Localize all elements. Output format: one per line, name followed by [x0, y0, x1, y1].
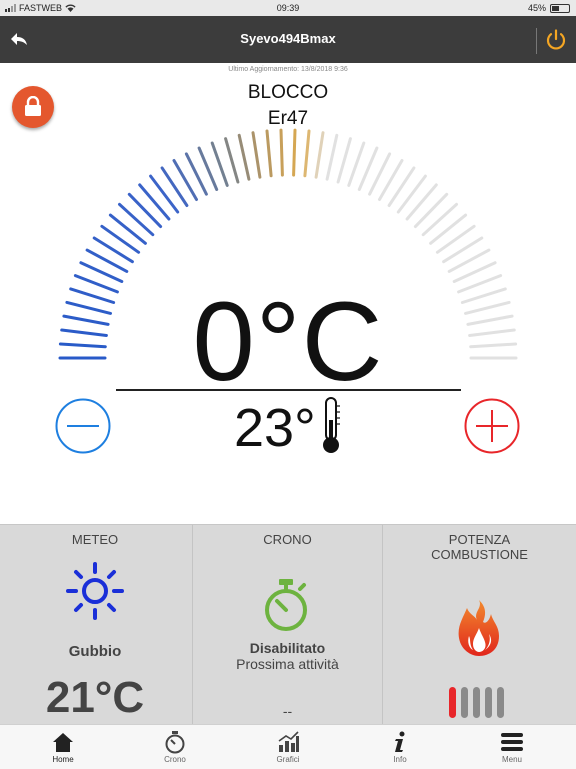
tab-label: Grafici [276, 755, 300, 764]
gauge-tick [429, 213, 468, 245]
crono-title: CRONO [263, 532, 312, 547]
stopwatch-icon [165, 731, 185, 754]
power-level-bar [485, 687, 492, 718]
crono-next-label: Prossima attività [236, 656, 339, 672]
stopwatch-icon [265, 579, 307, 631]
thermometer-icon [323, 397, 340, 453]
gauge-tick [224, 137, 240, 184]
tab-grafici[interactable]: Grafici [248, 725, 328, 769]
meteo-title: METEO [71, 532, 119, 547]
power-level-bar [449, 687, 456, 718]
power-title: POTENZA COMBUSTIONE [431, 532, 528, 562]
power-level-bar [473, 687, 480, 718]
crono-next-value: -- [282, 703, 293, 719]
power-level-bars [449, 687, 504, 718]
tab-label: Info [393, 755, 407, 764]
decrease-temp-button[interactable] [55, 398, 111, 454]
crono-panel[interactable]: CRONO Disabilitato Prossima attività -- [192, 525, 383, 725]
gauge-tick [210, 141, 229, 187]
gauge-tick [100, 224, 141, 254]
gauge-tick [347, 141, 366, 187]
sun-icon [66, 562, 124, 620]
gauge-tick [279, 128, 284, 177]
crono-state: Disabilitato [249, 640, 326, 656]
gauge-tick [396, 174, 427, 214]
tab-crono[interactable]: Crono [135, 725, 215, 769]
chart-icon [278, 731, 299, 752]
gauge-tick [127, 192, 163, 229]
tab-menu[interactable]: Menu [472, 725, 552, 769]
gauge-tick [435, 224, 476, 254]
gauge-tick [251, 131, 262, 179]
gauge-tick [138, 183, 171, 221]
gauge-tick [413, 192, 449, 229]
home-icon [53, 733, 73, 752]
power-level-bar [461, 687, 468, 718]
tab-label: Crono [164, 755, 186, 764]
tab-label: Home [52, 755, 74, 764]
meteo-temperature: 21°C [45, 673, 145, 722]
gauge-tick [421, 202, 458, 237]
tab-home[interactable]: Home [23, 725, 103, 769]
power-panel[interactable]: POTENZA COMBUSTIONE [383, 525, 576, 725]
gauge-tick [265, 129, 273, 178]
gauge-tick [237, 133, 251, 181]
tab-label: Menu [501, 755, 522, 764]
set-temperature: 0°C [192, 279, 384, 404]
increase-temp-button[interactable] [464, 398, 520, 454]
gauge-tick [314, 131, 325, 179]
gauge-tick [303, 129, 311, 178]
room-temperature: 23° [234, 398, 316, 458]
flame-icon [458, 600, 499, 656]
gauge-tick [108, 213, 147, 245]
gauge-tick [325, 133, 339, 181]
gauge-tick [405, 183, 438, 221]
info-icon [395, 731, 405, 752]
meteo-city: Gubbio [68, 643, 122, 660]
power-level-bar [497, 687, 504, 718]
info-panels: METEO Gubbio 21°C CRONO Disabilitato Pro… [0, 524, 576, 725]
temp-divider [116, 389, 461, 391]
gauge-tick [336, 137, 352, 184]
gauge-tick [149, 174, 180, 214]
tab-info[interactable]: Info [360, 725, 440, 769]
meteo-panel[interactable]: METEO Gubbio 21°C [0, 525, 190, 725]
gauge-tick [118, 202, 155, 237]
menu-icon [501, 733, 523, 751]
tab-bar: Home Crono Grafici Info Menu [0, 724, 576, 769]
gauge-tick [292, 128, 297, 177]
